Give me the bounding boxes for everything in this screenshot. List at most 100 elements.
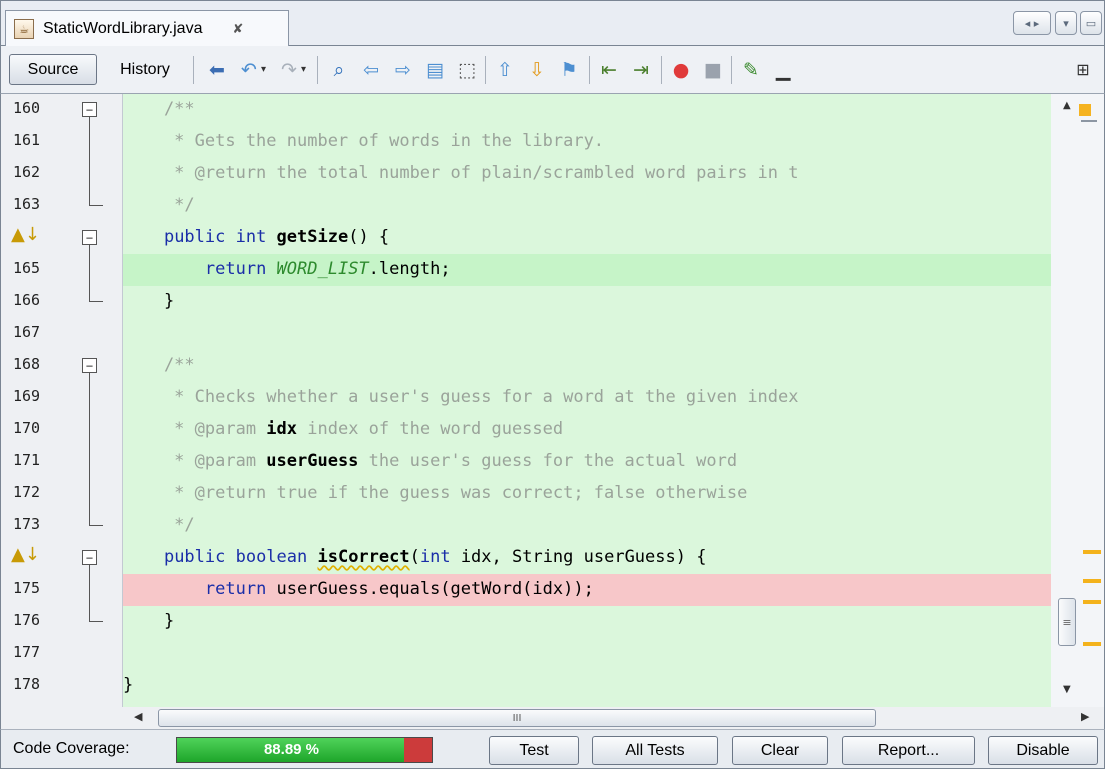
code-text[interactable]: return userGuess.equals(getWord(idx)); bbox=[123, 574, 1051, 606]
test-button[interactable]: Test bbox=[489, 736, 579, 765]
disable-button[interactable]: Disable bbox=[988, 736, 1098, 765]
code-text[interactable]: * @param userGuess the user's guess for … bbox=[123, 446, 1051, 478]
next-bookmark-icon[interactable]: ⇩ bbox=[525, 58, 549, 82]
forward-dropdown-icon[interactable]: ▾ bbox=[301, 64, 306, 75]
toolbar-separator bbox=[661, 56, 662, 84]
collapse-fold-icon[interactable]: − bbox=[82, 358, 97, 373]
maximize-window-icon[interactable]: ▭ bbox=[1080, 11, 1102, 35]
code-text[interactable]: } bbox=[123, 286, 1051, 318]
find-previous-icon[interactable]: ⇦ bbox=[359, 58, 383, 82]
code-text[interactable]: * @return the total number of plain/scra… bbox=[123, 158, 1051, 190]
back-dropdown-icon[interactable]: ▾ bbox=[261, 64, 266, 75]
expand-toolbar-icon[interactable]: ⊞ bbox=[1071, 58, 1095, 82]
code-text[interactable]: * @return true if the guess was correct;… bbox=[123, 478, 1051, 510]
comment-text: */ bbox=[123, 195, 195, 215]
code-line-covered: 165 return WORD_LIST.length; bbox=[1, 254, 1051, 286]
keyword: int bbox=[419, 547, 451, 567]
toolbar-separator bbox=[193, 56, 194, 84]
comment-text: */ bbox=[123, 515, 195, 535]
code-line: 173 */ bbox=[1, 510, 1051, 542]
clear-button[interactable]: Clear bbox=[732, 736, 828, 765]
collapse-fold-icon[interactable]: − bbox=[82, 230, 97, 245]
collapse-fold-icon[interactable]: − bbox=[82, 102, 97, 117]
code-line: 162 * @return the total number of plain/… bbox=[1, 158, 1051, 190]
code-line: 176 } bbox=[1, 606, 1051, 638]
code-line: 161 * Gets the number of words in the li… bbox=[1, 126, 1051, 158]
code-text[interactable]: /** bbox=[123, 350, 1051, 382]
close-tab-icon[interactable]: ✘ bbox=[232, 22, 243, 37]
code-text[interactable]: public boolean isCorrect(int idx, String… bbox=[123, 542, 1051, 574]
toggle-highlight-icon[interactable]: ▤ bbox=[423, 58, 447, 82]
overriding-method-icon[interactable]: ▲↓ bbox=[11, 546, 40, 564]
shift-line-left-icon[interactable]: ⇤ bbox=[597, 58, 621, 82]
horizontal-scrollbar-thumb[interactable]: III bbox=[158, 709, 876, 727]
code-text[interactable]: return WORD_LIST.length; bbox=[123, 254, 1051, 286]
code-text[interactable]: * @param idx index of the word guessed bbox=[123, 414, 1051, 446]
source-view-button[interactable]: Source bbox=[9, 54, 97, 85]
vertical-scrollbar-thumb[interactable]: ≡ bbox=[1058, 598, 1076, 646]
code-text[interactable] bbox=[123, 638, 1051, 670]
scroll-left-arrow-icon[interactable]: ◀ bbox=[134, 710, 142, 723]
tab-static-word-library[interactable]: ☕ StaticWordLibrary.java ✘ bbox=[5, 10, 289, 47]
code-line: 168 − /** bbox=[1, 350, 1051, 382]
horizontal-scrollbar[interactable]: ◀ III ▶ bbox=[0, 707, 1105, 729]
uncomment-icon[interactable]: ▁ bbox=[771, 58, 795, 82]
tab-navigation-arrows-button[interactable]: ◂ ▸ bbox=[1013, 11, 1051, 35]
history-view-button[interactable]: History bbox=[105, 54, 185, 85]
warning-stripe-mark[interactable] bbox=[1083, 579, 1101, 583]
start-macro-recording-icon[interactable]: ● bbox=[669, 58, 693, 82]
code-token: } bbox=[123, 675, 134, 695]
comment-text: * @param userGuess the user's guess for … bbox=[123, 451, 737, 471]
line-number: 169 bbox=[13, 387, 41, 405]
code-text[interactable] bbox=[123, 318, 1051, 350]
method-name: isCorrect bbox=[317, 547, 410, 567]
fold-end-guide bbox=[89, 286, 103, 302]
constant: WORD_LIST bbox=[276, 259, 369, 279]
coverage-progress-bar: 88.89 % bbox=[176, 737, 433, 763]
toggle-rectangular-selection-icon[interactable]: ⬚ bbox=[455, 58, 479, 82]
code-text[interactable]: /** bbox=[123, 94, 1051, 126]
code-line: 169 * Checks whether a user's guess for … bbox=[1, 382, 1051, 414]
warning-stripe-mark[interactable] bbox=[1083, 642, 1101, 646]
fold-guide bbox=[89, 373, 90, 382]
code-editor[interactable]: 160 − /** 161 * Gets the number of words… bbox=[0, 94, 1105, 707]
shift-line-right-icon[interactable]: ⇥ bbox=[629, 58, 653, 82]
find-selection-icon[interactable]: ⌕ bbox=[327, 58, 351, 82]
code-line: ▲↓ − public int getSize() { bbox=[1, 222, 1051, 254]
code-token: idx, String userGuess) { bbox=[450, 547, 707, 567]
scroll-right-arrow-icon[interactable]: ▶ bbox=[1081, 710, 1089, 723]
collapse-fold-icon[interactable]: − bbox=[82, 550, 97, 565]
code-text[interactable]: * Checks whether a user's guess for a wo… bbox=[123, 382, 1051, 414]
scroll-down-arrow-icon[interactable]: ▼ bbox=[1063, 684, 1071, 695]
code-text[interactable]: * Gets the number of words in the librar… bbox=[123, 126, 1051, 158]
code-text[interactable]: } bbox=[123, 606, 1051, 638]
all-tests-button[interactable]: All Tests bbox=[592, 736, 718, 765]
param-name: idx bbox=[266, 419, 298, 439]
toggle-bookmark-icon[interactable]: ⚑ bbox=[557, 58, 581, 82]
back-icon[interactable]: ↶ bbox=[237, 58, 261, 82]
overriding-method-icon[interactable]: ▲↓ bbox=[11, 226, 40, 244]
warning-stripe-mark[interactable] bbox=[1083, 600, 1101, 604]
code-text[interactable]: } bbox=[123, 670, 1051, 702]
forward-icon[interactable]: ↷ bbox=[277, 58, 301, 82]
comment-text: * Gets the number of words in the librar… bbox=[123, 131, 605, 151]
report-button[interactable]: Report... bbox=[842, 736, 975, 765]
show-opened-documents-icon[interactable]: ▾ bbox=[1055, 11, 1077, 35]
warning-stripe-mark[interactable] bbox=[1083, 550, 1101, 554]
code-text[interactable]: public int getSize() { bbox=[123, 222, 1051, 254]
find-next-icon[interactable]: ⇨ bbox=[391, 58, 415, 82]
code-line: 172 * @return true if the guess was corr… bbox=[1, 478, 1051, 510]
line-number: 175 bbox=[13, 579, 41, 597]
scroll-up-arrow-icon[interactable]: ▲ bbox=[1063, 100, 1071, 111]
code-text[interactable]: */ bbox=[123, 510, 1051, 542]
fold-guide bbox=[89, 126, 90, 158]
stop-macro-recording-icon[interactable]: ■ bbox=[701, 58, 725, 82]
code-text[interactable]: */ bbox=[123, 190, 1051, 222]
previous-bookmark-icon[interactable]: ⇧ bbox=[493, 58, 517, 82]
last-edit-icon[interactable]: ⬅ bbox=[205, 58, 229, 82]
warning-status-indicator[interactable] bbox=[1079, 104, 1091, 116]
line-number: 170 bbox=[13, 419, 41, 437]
comment-icon[interactable]: ✎ bbox=[739, 58, 763, 82]
